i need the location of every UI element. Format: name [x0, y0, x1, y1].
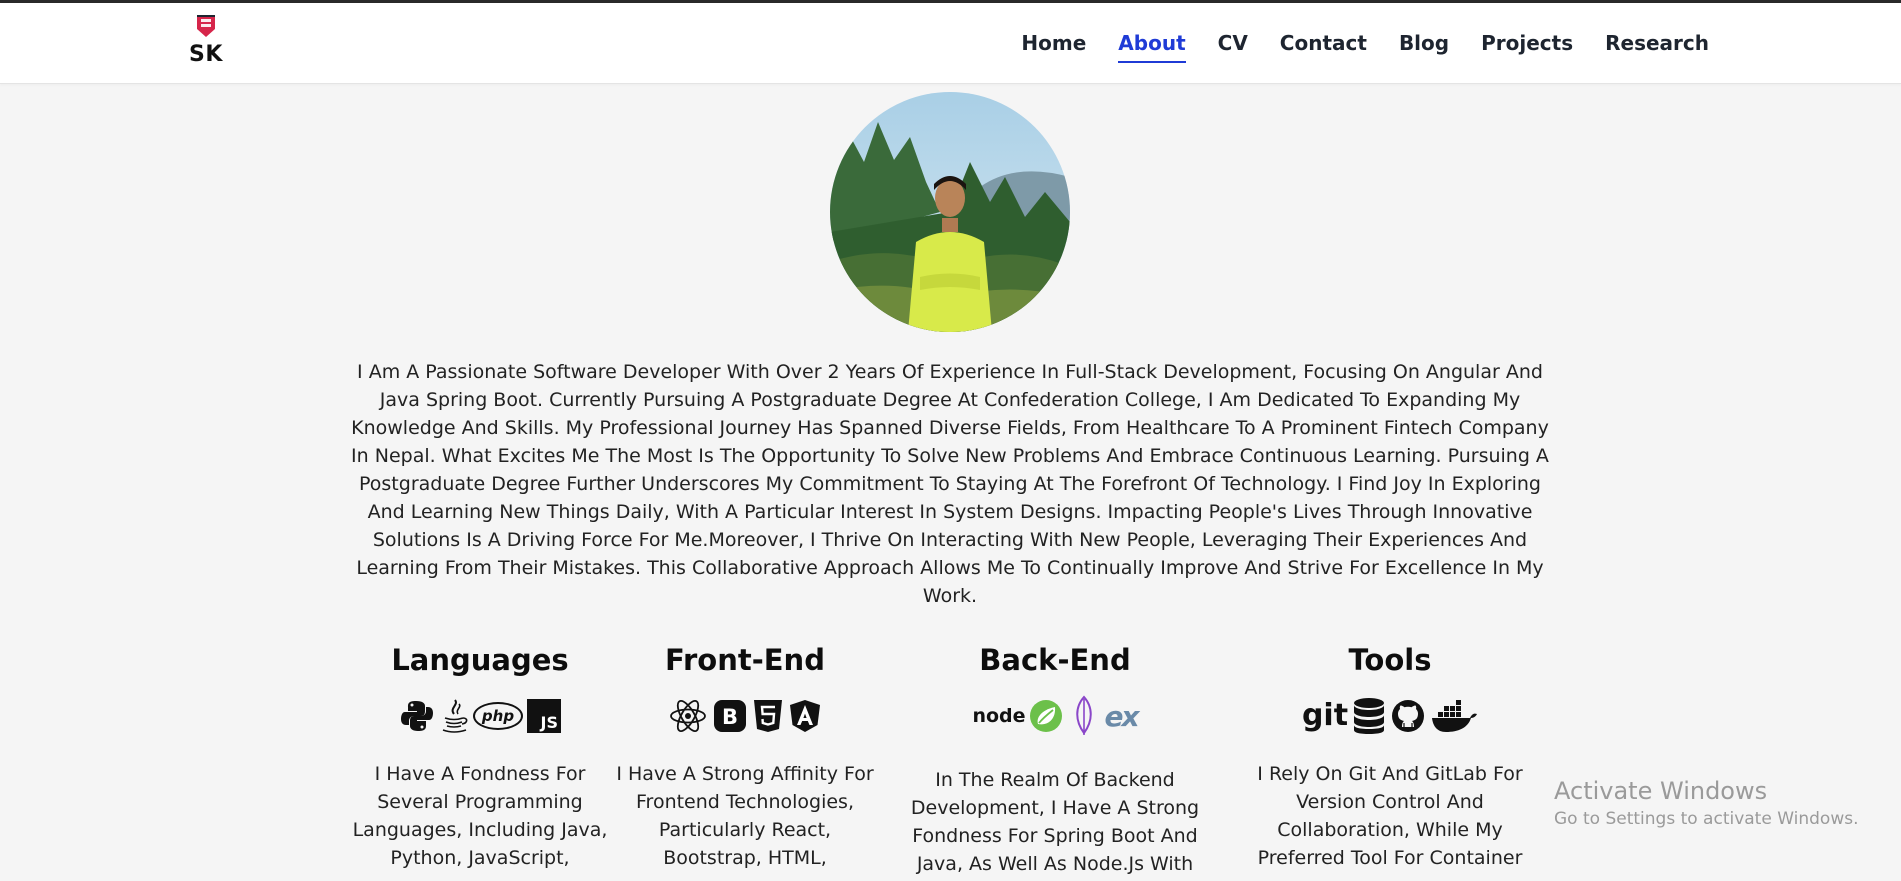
- skill-card-backend: Back-End node ex In The Realm Of Backend…: [895, 640, 1215, 878]
- skill-card-languages: Languages php JS I Have A Fondness For S…: [350, 640, 610, 872]
- nav-cv[interactable]: CV: [1218, 31, 1248, 63]
- nav-blog[interactable]: Blog: [1399, 31, 1449, 63]
- bootstrap-icon: B: [714, 700, 746, 732]
- main-nav: Home About CV Contact Blog Projects Rese…: [989, 31, 1709, 63]
- skill-title: Front-End: [665, 643, 825, 677]
- react-icon: [670, 700, 706, 732]
- nodejs-icon: node: [972, 705, 1026, 727]
- database-icon: [1354, 698, 1385, 734]
- skill-title: Languages: [391, 643, 569, 677]
- skill-description: I Have A Fondness For Several Programmin…: [352, 763, 608, 869]
- windows-activation-watermark: Activate Windows Go to Settings to activ…: [1554, 776, 1859, 830]
- github-icon: [1392, 700, 1425, 732]
- skill-description: In The Realm Of Backend Development, I H…: [910, 769, 1200, 875]
- skill-card-frontend: Front-End B I Have A Strong Affinity For…: [615, 640, 875, 872]
- skill-icons: php JS: [350, 696, 610, 736]
- nav-contact[interactable]: Contact: [1280, 31, 1367, 63]
- profile-photo: [830, 92, 1070, 332]
- shield-logo-icon: [197, 15, 215, 37]
- mongodb-icon: [1076, 695, 1093, 735]
- spring-icon: [1030, 700, 1063, 732]
- skill-description: I Have A Strong Affinity For Frontend Te…: [616, 763, 874, 869]
- nav-home[interactable]: Home: [1021, 31, 1086, 63]
- logo-text: SK: [189, 42, 223, 67]
- express-icon: ex: [1104, 699, 1139, 733]
- site-header: SK Home About CV Contact Blog Projects R…: [0, 3, 1901, 84]
- svg-text:B: B: [722, 705, 738, 729]
- javascript-icon: JS: [527, 699, 561, 733]
- docker-icon: [1432, 700, 1478, 732]
- nav-about[interactable]: About: [1118, 31, 1186, 63]
- nav-research[interactable]: Research: [1605, 31, 1709, 63]
- git-icon: git: [1301, 698, 1349, 733]
- skill-icons: node ex: [895, 695, 1215, 736]
- skill-icons: B: [615, 696, 875, 736]
- java-icon: [442, 699, 468, 733]
- skill-card-tools: Tools git I Rely On Git And GitLab For V…: [1255, 640, 1525, 872]
- html5-icon: [754, 700, 782, 732]
- about-bio: I Am A Passionate Software Developer Wit…: [351, 361, 1549, 607]
- nav-projects[interactable]: Projects: [1481, 31, 1573, 63]
- skill-title: Tools: [1348, 643, 1432, 677]
- watermark-title: Activate Windows: [1554, 777, 1768, 805]
- watermark-subtitle: Go to Settings to activate Windows.: [1554, 809, 1859, 829]
- php-icon: php: [473, 702, 523, 730]
- python-icon: [401, 701, 433, 731]
- skill-icons: git: [1255, 696, 1525, 736]
- angular-icon: [790, 700, 820, 732]
- site-logo[interactable]: SK: [188, 13, 224, 67]
- skill-description: I Rely On Git And GitLab For Version Con…: [1257, 763, 1523, 869]
- skill-title: Back-End: [979, 643, 1131, 677]
